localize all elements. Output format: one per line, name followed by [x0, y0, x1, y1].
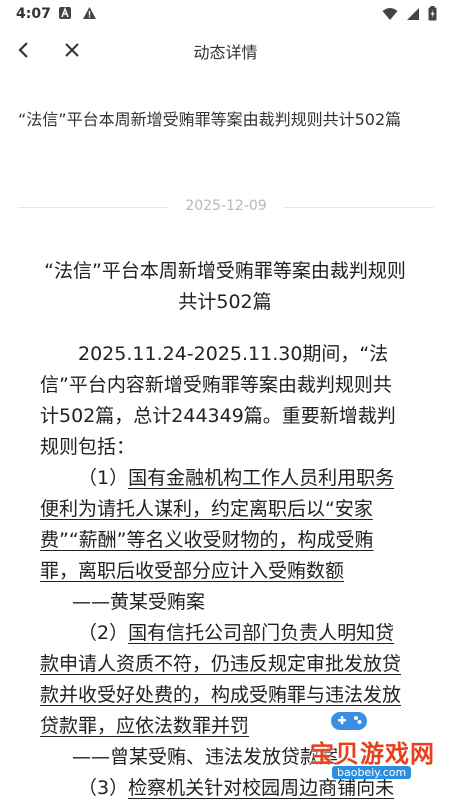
signal-icon [407, 7, 419, 20]
rule-item-1: （1）国有金融机构工作人员利用职务便利为请托人谋利，约定离职后以“安家费”“薪酬… [40, 463, 410, 587]
status-right-icons [382, 6, 437, 21]
a-box-icon [59, 6, 71, 19]
case-name: ——黄某受贿案 [72, 591, 206, 613]
battery-icon [428, 6, 437, 21]
gamepad-icon [331, 712, 367, 730]
article-intro: 2025.11.24-2025.11.30期间，“法信”平台内容新增受贿罪等案由… [40, 343, 396, 458]
post-headline: “法信”平台本周新增受贿罪等案由裁判规则共计502篇 [18, 110, 402, 129]
rule-number: （3） [78, 777, 129, 799]
watermark-text: 宝贝游戏网 [310, 740, 435, 768]
page-title: 动态详情 [193, 43, 258, 62]
nav-bar: 动态详情 [0, 28, 451, 72]
divider-right [284, 207, 434, 208]
rule-number: （1） [78, 467, 129, 489]
watermark: 宝贝游戏网 baobeiy.com [282, 708, 434, 788]
warning-icon [83, 7, 96, 19]
rule-number: （2） [78, 622, 129, 644]
status-bar: 4:07 [0, 0, 451, 28]
date-divider: 2025-12-09 [18, 198, 434, 216]
article-title: “法信”平台本周新增受贿罪等案由裁判规则共计502篇 [44, 260, 406, 313]
status-left-icons [58, 6, 97, 20]
status-time: 4:07 [16, 6, 51, 22]
wifi-icon [382, 7, 398, 20]
post-date: 2025-12-09 [185, 198, 267, 214]
watermark-url: baobeiy.com [332, 766, 412, 779]
